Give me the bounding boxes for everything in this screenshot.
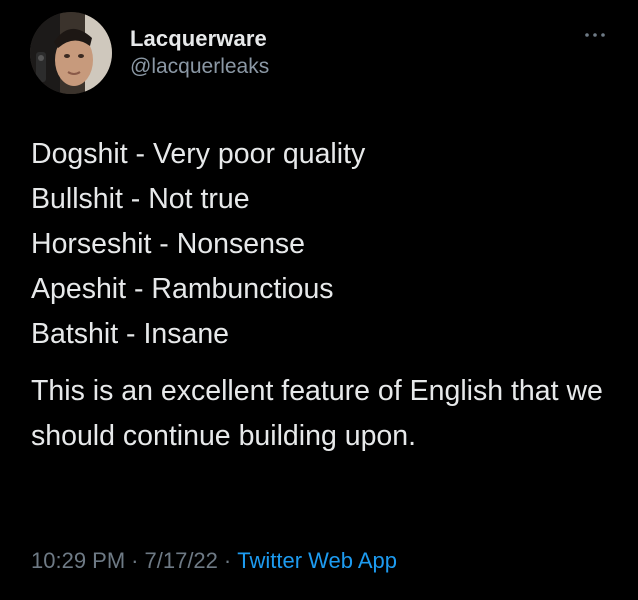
tweet-date[interactable]: 7/17/22 (145, 548, 218, 573)
more-horizontal-icon[interactable] (582, 26, 608, 44)
tweet-text-line: Bullshit - Not true (31, 183, 250, 215)
tweet-source-link[interactable]: Twitter Web App (237, 548, 397, 573)
tweet-text-line: Batshit - Insane (31, 318, 230, 350)
tweet-metadata: 10:29 PM · 7/17/22 · Twitter Web App (31, 546, 397, 576)
tweet-text: Dogshit - Very poor quality Bullshit - N… (31, 132, 611, 459)
tweet-text-line: Dogshit - Very poor quality (31, 138, 366, 170)
profile-photo (30, 12, 112, 94)
avatar[interactable] (30, 12, 112, 94)
tweet-author: Lacquerware @lacquerleaks (130, 26, 269, 80)
tweet: Lacquerware @lacquerleaks Dogshit - Very… (0, 0, 638, 600)
user-handle[interactable]: @lacquerleaks (130, 54, 269, 80)
tweet-text-line: Apeshit - Rambunctious (31, 273, 334, 305)
separator: · (223, 548, 232, 573)
separator: · (131, 548, 139, 573)
display-name[interactable]: Lacquerware (130, 26, 269, 52)
tweet-time[interactable]: 10:29 PM (31, 548, 125, 573)
tweet-text-paragraph: This is an excellent feature of English … (31, 375, 603, 452)
tweet-text-line: Horseshit - Nonsense (31, 228, 306, 260)
